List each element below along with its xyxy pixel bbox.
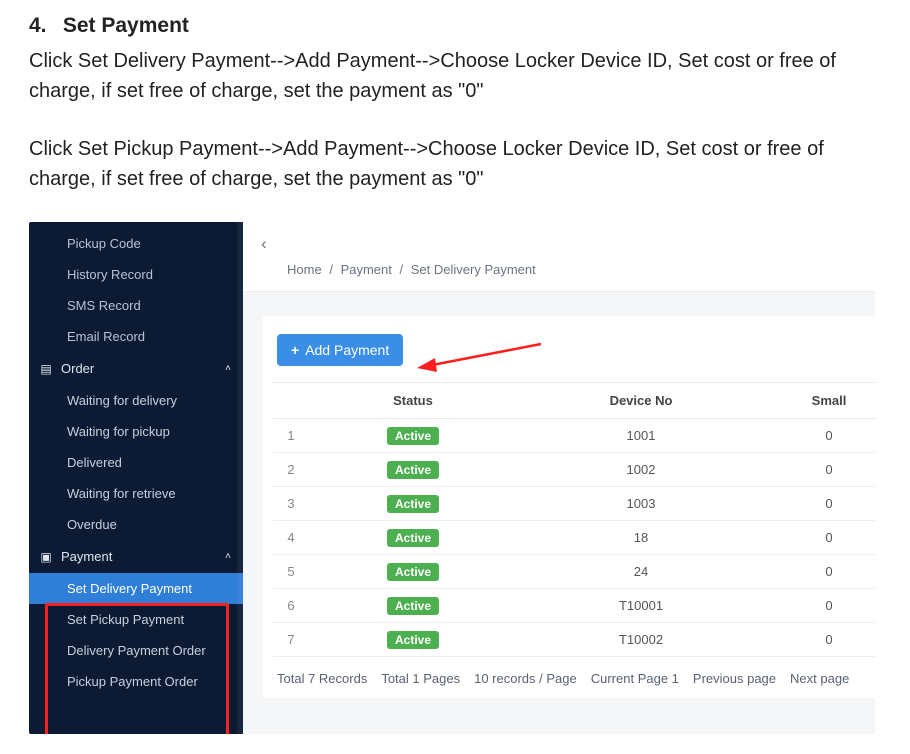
breadcrumb-section[interactable]: Payment	[341, 262, 392, 277]
chevron-up-icon: ˄	[225, 551, 231, 562]
sidebar-group-order[interactable]: ▤ Order ˄	[29, 352, 243, 385]
table-row[interactable]: 3 Active 10030	[273, 487, 875, 521]
col-index	[273, 383, 309, 419]
cell-status: Active	[309, 589, 517, 623]
pager-total-pages: Total 1 Pages	[381, 671, 460, 686]
table-row[interactable]: 6 Active T100010	[273, 589, 875, 623]
cell-index: 4	[273, 521, 309, 555]
sidebar-item-waiting-delivery[interactable]: Waiting for delivery	[29, 385, 243, 416]
cell-status: Active	[309, 453, 517, 487]
table-row[interactable]: 5 Active 240	[273, 555, 875, 589]
sidebar-item-waiting-retrieve[interactable]: Waiting for retrieve	[29, 478, 243, 509]
callout-arrow-icon	[415, 340, 545, 376]
embedded-screenshot: Pickup Code History Record SMS Record Em…	[29, 222, 875, 734]
status-badge: Active	[387, 631, 439, 649]
cell-index: 1	[273, 419, 309, 453]
table-row[interactable]: 4 Active 180	[273, 521, 875, 555]
breadcrumb-sep: /	[400, 262, 404, 277]
cell-status: Active	[309, 419, 517, 453]
cell-index: 6	[273, 589, 309, 623]
pager-next[interactable]: Next page	[790, 671, 849, 686]
sidebar-group-order-label: Order	[61, 361, 94, 376]
cell-small: 0	[765, 521, 875, 555]
sidebar-item-set-delivery-payment[interactable]: Set Delivery Payment	[29, 573, 243, 604]
heading-title: Set Payment	[63, 14, 189, 37]
breadcrumb-current: Set Delivery Payment	[411, 262, 536, 277]
heading-number: 4.	[29, 14, 57, 38]
payment-table: Status Device No Small 1Active100102Acti…	[273, 382, 875, 657]
sidebar: Pickup Code History Record SMS Record Em…	[29, 222, 243, 734]
table-row[interactable]: 2 Active 10020	[273, 453, 875, 487]
cell-index: 3	[273, 487, 309, 521]
col-status: Status	[309, 383, 517, 419]
cell-device-no: T10001	[517, 589, 765, 623]
content-card: + Add Payment Status	[263, 316, 875, 698]
add-payment-button[interactable]: + Add Payment	[277, 334, 403, 366]
doc-paragraph-2: Click Set Pickup Payment-->Add Payment--…	[29, 134, 881, 194]
status-badge: Active	[387, 597, 439, 615]
sidebar-item-pickup-payment-order[interactable]: Pickup Payment Order	[29, 666, 243, 697]
cell-device-no: 24	[517, 555, 765, 589]
breadcrumb: Home / Payment / Set Delivery Payment	[287, 262, 855, 277]
status-badge: Active	[387, 563, 439, 581]
cell-small: 0	[765, 487, 875, 521]
sidebar-item-pickup-code[interactable]: Pickup Code	[29, 228, 243, 259]
payment-icon: ▣	[39, 551, 53, 563]
col-device-no: Device No	[517, 383, 765, 419]
cell-device-no: 18	[517, 521, 765, 555]
cell-device-no: 1001	[517, 419, 765, 453]
cell-small: 0	[765, 623, 875, 657]
doc-heading: 4. Set Payment	[29, 14, 881, 38]
sidebar-collapse-icon[interactable]: ‹	[261, 234, 267, 254]
sidebar-item-history-record[interactable]: History Record	[29, 259, 243, 290]
sidebar-item-waiting-pickup[interactable]: Waiting for pickup	[29, 416, 243, 447]
add-payment-label: Add Payment	[305, 342, 389, 358]
cell-status: Active	[309, 521, 517, 555]
sidebar-group-payment[interactable]: ▣ Payment ˄	[29, 540, 243, 573]
status-badge: Active	[387, 529, 439, 547]
cell-small: 0	[765, 453, 875, 487]
status-badge: Active	[387, 495, 439, 513]
table-row[interactable]: 1 Active 10010	[273, 419, 875, 453]
pager-total-records: Total 7 Records	[277, 671, 367, 686]
sidebar-item-overdue[interactable]: Overdue	[29, 509, 243, 540]
chevron-up-icon: ˄	[225, 363, 231, 374]
cell-index: 7	[273, 623, 309, 657]
col-small: Small	[765, 383, 875, 419]
cell-small: 0	[765, 419, 875, 453]
cell-status: Active	[309, 555, 517, 589]
cell-small: 0	[765, 555, 875, 589]
cell-device-no: T10002	[517, 623, 765, 657]
sidebar-item-delivery-payment-order[interactable]: Delivery Payment Order	[29, 635, 243, 666]
list-icon: ▤	[39, 363, 53, 375]
breadcrumb-sep: /	[329, 262, 333, 277]
pager-current: Current Page 1	[591, 671, 679, 686]
main-panel: ‹ Home / Payment / Set Delivery Payment …	[243, 222, 875, 734]
pager-per-page: 10 records / Page	[474, 671, 577, 686]
sidebar-item-sms-record[interactable]: SMS Record	[29, 290, 243, 321]
pagination-bar: Total 7 Records Total 1 Pages 10 records…	[273, 667, 875, 688]
sidebar-item-email-record[interactable]: Email Record	[29, 321, 243, 352]
sidebar-item-delivered[interactable]: Delivered	[29, 447, 243, 478]
pager-prev[interactable]: Previous page	[693, 671, 776, 686]
sidebar-group-payment-label: Payment	[61, 549, 112, 564]
cell-device-no: 1003	[517, 487, 765, 521]
cell-status: Active	[309, 623, 517, 657]
cell-index: 5	[273, 555, 309, 589]
cell-small: 0	[765, 589, 875, 623]
table-row[interactable]: 7 Active T100020	[273, 623, 875, 657]
status-badge: Active	[387, 427, 439, 445]
status-badge: Active	[387, 461, 439, 479]
header-card: ‹ Home / Payment / Set Delivery Payment	[243, 222, 875, 292]
cell-device-no: 1002	[517, 453, 765, 487]
doc-paragraph-1: Click Set Delivery Payment-->Add Payment…	[29, 46, 881, 106]
cell-status: Active	[309, 487, 517, 521]
breadcrumb-home[interactable]: Home	[287, 262, 322, 277]
sidebar-item-set-pickup-payment[interactable]: Set Pickup Payment	[29, 604, 243, 635]
cell-index: 2	[273, 453, 309, 487]
plus-icon: +	[291, 342, 299, 358]
